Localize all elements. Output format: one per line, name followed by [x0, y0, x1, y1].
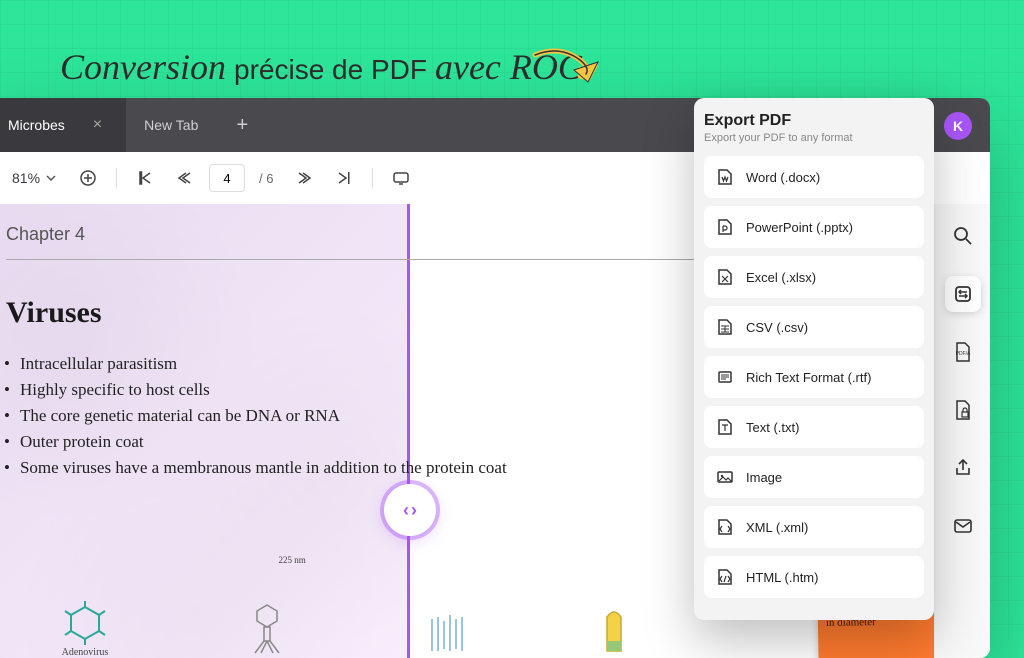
- xml-icon: [716, 518, 734, 536]
- zoom-in-button[interactable]: [72, 162, 104, 194]
- convert-button[interactable]: [945, 276, 981, 312]
- export-item-label: Image: [746, 470, 782, 485]
- phage-size-note: 225 nm: [279, 555, 306, 565]
- last-page-button[interactable]: [328, 162, 360, 194]
- export-item-label: Word (.docx): [746, 170, 820, 185]
- export-title: Export PDF: [704, 112, 924, 130]
- html-icon: [716, 568, 734, 586]
- viroid-figure: Viroid: [426, 611, 466, 658]
- protect-button[interactable]: [945, 392, 981, 428]
- rabies-figure: Rabies virus: [589, 607, 639, 658]
- avatar[interactable]: K: [944, 112, 972, 140]
- tab-microbes[interactable]: Microbes ×: [0, 98, 126, 152]
- page-number-input[interactable]: [209, 164, 245, 192]
- zoom-select[interactable]: 81%: [4, 166, 64, 190]
- export-xml[interactable]: XML (.xml): [704, 506, 924, 548]
- microbe-label: Adenovirus: [62, 647, 109, 658]
- avatar-letter: K: [953, 118, 963, 134]
- first-page-button[interactable]: [129, 162, 161, 194]
- export-item-label: CSV (.csv): [746, 320, 808, 335]
- export-powerpoint[interactable]: PowerPoint (.pptx): [704, 206, 924, 248]
- export-item-label: Rich Text Format (.rtf): [746, 370, 871, 385]
- export-item-label: HTML (.htm): [746, 570, 818, 585]
- page-total: / 6: [259, 171, 273, 186]
- next-page-button[interactable]: [288, 162, 320, 194]
- export-text[interactable]: Text (.txt): [704, 406, 924, 448]
- export-html[interactable]: HTML (.htm): [704, 556, 924, 598]
- export-csv[interactable]: CSV (.csv): [704, 306, 924, 348]
- headline-part1: Conversion: [60, 46, 226, 88]
- search-button[interactable]: [945, 218, 981, 254]
- tab-label: Microbes: [8, 117, 65, 133]
- chevron-down-icon: [46, 173, 56, 183]
- export-subtitle: Export your PDF to any format: [704, 132, 924, 144]
- prev-page-button[interactable]: [169, 162, 201, 194]
- marketing-headline: Conversion précise de PDF avec ROC: [60, 46, 582, 88]
- export-image[interactable]: Image: [704, 456, 924, 498]
- divider: [372, 168, 373, 188]
- export-rtf[interactable]: Rich Text Format (.rtf): [704, 356, 924, 398]
- export-word[interactable]: Word (.docx): [704, 156, 924, 198]
- rtf-icon: [716, 368, 734, 386]
- excel-icon: [716, 268, 734, 286]
- presentation-button[interactable]: [385, 162, 417, 194]
- export-item-label: PowerPoint (.pptx): [746, 220, 853, 235]
- close-icon[interactable]: ×: [93, 116, 102, 134]
- text-icon: [716, 418, 734, 436]
- export-item-label: Text (.txt): [746, 420, 799, 435]
- bacteriophage-figure: 225 nm Bacteriophage T4: [232, 603, 303, 658]
- headline-part2: précise de PDF: [234, 54, 427, 86]
- svg-text:PDF/A: PDF/A: [955, 351, 970, 357]
- export-panel: Export PDF Export your PDF to any format…: [694, 98, 934, 620]
- export-item-label: XML (.xml): [746, 520, 808, 535]
- divider: [116, 168, 117, 188]
- share-button[interactable]: [945, 450, 981, 486]
- chevron-right-icon: ›: [411, 500, 417, 521]
- zoom-value: 81%: [12, 170, 40, 186]
- export-excel[interactable]: Excel (.xlsx): [704, 256, 924, 298]
- pdfa-button[interactable]: PDF/A: [945, 334, 981, 370]
- right-rail: PDF/A: [934, 204, 990, 658]
- image-icon: [716, 468, 734, 486]
- csv-icon: [716, 318, 734, 336]
- arrow-doodle-icon: [530, 40, 610, 95]
- chevron-left-icon: ‹: [403, 500, 409, 521]
- powerpoint-icon: [716, 218, 734, 236]
- tab-label: New Tab: [144, 117, 198, 133]
- export-item-label: Excel (.xlsx): [746, 270, 816, 285]
- word-icon: [716, 168, 734, 186]
- mail-button[interactable]: [945, 508, 981, 544]
- adenovirus-figure: Adenovirus 90 nm: [62, 601, 109, 658]
- compare-slider-handle[interactable]: ‹ ›: [384, 484, 436, 536]
- add-tab-button[interactable]: +: [222, 114, 262, 137]
- tab-new[interactable]: New Tab: [126, 98, 222, 152]
